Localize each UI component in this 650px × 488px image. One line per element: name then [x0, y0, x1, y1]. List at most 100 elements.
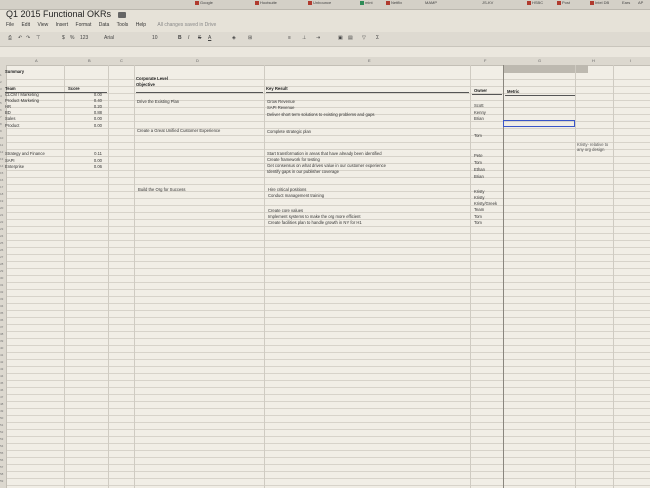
- team-cell[interactable]: Product Marketing: [5, 98, 39, 103]
- objective-cell[interactable]: Create a Great Unified Customer Experien…: [137, 128, 220, 133]
- row-number[interactable]: 58: [0, 472, 3, 476]
- row-number[interactable]: 5: [0, 101, 2, 105]
- row-number[interactable]: 42: [0, 360, 3, 364]
- owner-cell[interactable]: Tom: [474, 220, 482, 225]
- row-number[interactable]: 12: [0, 150, 3, 154]
- row-number[interactable]: 39: [0, 339, 3, 343]
- row-number[interactable]: 40: [0, 346, 3, 350]
- key-result-cell[interactable]: Implement systems to make the org more e…: [268, 214, 361, 219]
- font-size-select[interactable]: 10: [152, 35, 158, 41]
- bookmark-jskv[interactable]: JS-KV: [482, 0, 493, 5]
- row-number[interactable]: 34: [0, 304, 3, 308]
- italic-button[interactable]: I: [188, 35, 189, 41]
- currency-icon[interactable]: $: [62, 35, 65, 41]
- score-cell[interactable]: 0.20: [78, 104, 102, 109]
- team-cell[interactable]: Strategy and Finance: [5, 151, 45, 156]
- team-header[interactable]: Team: [5, 86, 16, 91]
- row-number[interactable]: 3: [0, 87, 2, 91]
- bookmark-netflix[interactable]: Netflix: [386, 0, 402, 5]
- row-number[interactable]: 14: [0, 164, 3, 168]
- wrap-icon[interactable]: ⇥: [316, 35, 320, 41]
- row-number[interactable]: 48: [0, 402, 3, 406]
- row-number[interactable]: 20: [0, 206, 3, 210]
- objective-header-line2[interactable]: Objective: [136, 82, 155, 87]
- menu-view[interactable]: View: [37, 22, 48, 28]
- row-number[interactable]: 51: [0, 423, 3, 427]
- owner-cell[interactable]: Tom: [474, 133, 482, 138]
- key-result-cell[interactable]: Create core values: [268, 208, 303, 213]
- menu-insert[interactable]: Insert: [56, 22, 69, 28]
- key-result-cell[interactable]: Identify gaps in our publisher coverage: [267, 169, 339, 174]
- filter-icon[interactable]: ▽: [362, 35, 366, 41]
- col-header-c[interactable]: C: [120, 58, 123, 63]
- key-result-cell[interactable]: Get consensus on what drives value in ou…: [267, 163, 386, 168]
- score-cell[interactable]: 0.40: [78, 98, 102, 103]
- key-result-cell[interactable]: Deliver short term solutions to existing…: [267, 112, 375, 117]
- row-number[interactable]: 55: [0, 451, 3, 455]
- owner-cell[interactable]: Tom: [474, 214, 482, 219]
- strikethrough-button[interactable]: S: [198, 35, 201, 41]
- key-result-cell[interactable]: Create facilities plan to handle growth …: [268, 220, 362, 225]
- row-number[interactable]: 19: [0, 199, 3, 203]
- note-cell[interactable]: Kristy- relative to any org design: [577, 142, 611, 152]
- percent-icon[interactable]: %: [70, 35, 74, 41]
- owner-cell[interactable]: Brian: [474, 174, 484, 179]
- col-header-g[interactable]: G: [538, 58, 541, 63]
- score-cell[interactable]: 0.06: [78, 164, 102, 169]
- team-cell[interactable]: CLCM / Marketing: [5, 92, 39, 97]
- borders-icon[interactable]: ⊞: [248, 35, 252, 41]
- col-header-e[interactable]: E: [368, 58, 371, 63]
- row-number[interactable]: 33: [0, 297, 3, 301]
- row-number[interactable]: 27: [0, 255, 3, 259]
- row-number[interactable]: 46: [0, 388, 3, 392]
- row-number[interactable]: 54: [0, 444, 3, 448]
- row-number[interactable]: 59: [0, 479, 3, 483]
- col-header-d[interactable]: D: [196, 58, 199, 63]
- team-cell[interactable]: Sales: [5, 116, 15, 121]
- paint-format-icon[interactable]: ⊤: [36, 35, 40, 41]
- owner-cell[interactable]: Kristy: [474, 195, 484, 200]
- score-cell[interactable]: 0.00: [78, 92, 102, 97]
- row-number[interactable]: 2: [0, 80, 2, 84]
- owner-cell[interactable]: Tom: [474, 160, 482, 165]
- owner-cell[interactable]: Kristy: [474, 189, 484, 194]
- row-number[interactable]: 1: [0, 73, 2, 77]
- menu-format[interactable]: Format: [76, 22, 92, 28]
- align-icon[interactable]: ≡: [288, 35, 291, 41]
- row-number[interactable]: 44: [0, 374, 3, 378]
- row-number[interactable]: 9: [0, 129, 2, 133]
- col-header-b[interactable]: B: [88, 58, 91, 63]
- valign-icon[interactable]: ⊥: [302, 35, 306, 41]
- row-number[interactable]: 17: [0, 185, 3, 189]
- bookmark-ears[interactable]: Ears: [622, 0, 630, 5]
- bookmark-ap[interactable]: AP: [638, 0, 643, 5]
- functions-button[interactable]: Σ: [376, 35, 379, 41]
- row-number[interactable]: 56: [0, 458, 3, 462]
- key-result-cell[interactable]: Conduct management training: [268, 193, 324, 198]
- menu-tools[interactable]: Tools: [117, 22, 129, 28]
- row-number[interactable]: 45: [0, 381, 3, 385]
- key-result-header[interactable]: Key Result: [266, 86, 288, 91]
- bold-button[interactable]: B: [178, 35, 182, 41]
- fill-color-icon[interactable]: ◈: [232, 35, 236, 41]
- row-number[interactable]: 52: [0, 430, 3, 434]
- row-number[interactable]: 26: [0, 248, 3, 252]
- summary-title[interactable]: Summary: [5, 69, 24, 74]
- font-select[interactable]: Arial: [104, 35, 114, 41]
- score-header[interactable]: Score: [68, 86, 80, 91]
- bookmark-unbounce[interactable]: Unbounce: [308, 0, 331, 5]
- selected-cell[interactable]: [503, 120, 575, 127]
- row-number[interactable]: 37: [0, 325, 3, 329]
- col-header-a[interactable]: A: [35, 58, 38, 63]
- team-cell[interactable]: BD: [5, 110, 11, 115]
- key-result-cell[interactable]: Start transformation in areas that have …: [267, 151, 382, 156]
- key-result-cell[interactable]: Create framework for testing: [267, 157, 320, 162]
- score-cell[interactable]: 0.00: [78, 158, 102, 163]
- owner-cell[interactable]: Brian: [474, 116, 484, 121]
- bookmark-hootsuite[interactable]: Hootsuite: [255, 0, 277, 5]
- key-result-cell[interactable]: Complete strategic plan: [267, 129, 311, 134]
- menu-edit[interactable]: Edit: [21, 22, 30, 28]
- row-number[interactable]: 21: [0, 213, 3, 217]
- menu-file[interactable]: File: [6, 22, 14, 28]
- owner-header[interactable]: Owner: [474, 88, 487, 93]
